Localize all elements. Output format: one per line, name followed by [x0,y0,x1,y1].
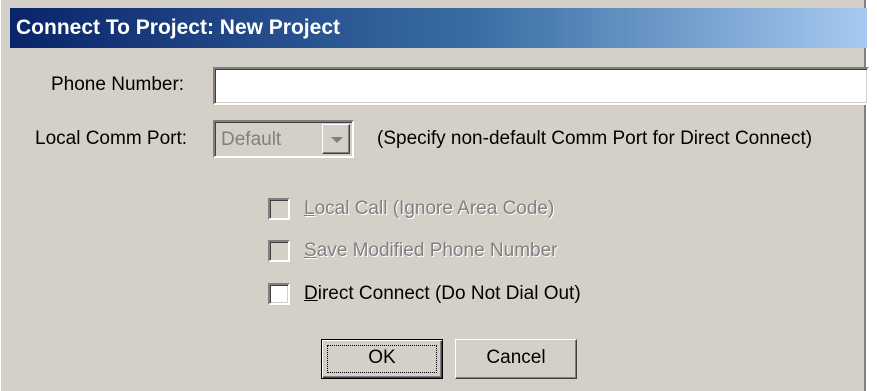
ok-button-label: OK [368,347,396,368]
comm-port-select: Default [213,120,354,158]
save-phone-accelerator: S [304,240,317,261]
comm-port-hint: (Specify non-default Comm Port for Direc… [377,128,813,149]
direct-connect-label[interactable]: Direct Connect (Do Not Dial Out) [304,283,581,305]
direct-connect-text: irect Connect (Do Not Dial Out) [317,283,581,304]
save-phone-label: Save Modified Phone Number [304,240,558,262]
connect-dialog: Connect To Project: New Project Phone Nu… [0,0,869,391]
cancel-button[interactable]: Cancel [455,339,577,379]
dialog-title: Connect To Project: New Project [10,8,867,48]
local-call-text: ocal Call (Ignore Area Code) [314,198,555,219]
save-phone-checkbox [268,240,290,262]
direct-connect-accelerator: D [304,283,318,304]
chevron-down-icon [322,124,350,154]
cancel-button-label: Cancel [486,347,546,368]
local-call-label: Local Call (Ignore Area Code) [304,198,554,220]
phone-number-input[interactable] [213,67,869,105]
save-phone-text: ave Modified Phone Number [316,240,558,261]
direct-connect-checkbox[interactable] [268,283,290,305]
comm-port-value: Default [221,129,282,150]
comm-port-label: Local Comm Port: [35,128,188,149]
local-call-accelerator: L [304,198,315,219]
phone-number-label: Phone Number: [51,74,185,95]
ok-button[interactable]: OK [321,339,443,379]
local-call-checkbox [268,198,290,220]
